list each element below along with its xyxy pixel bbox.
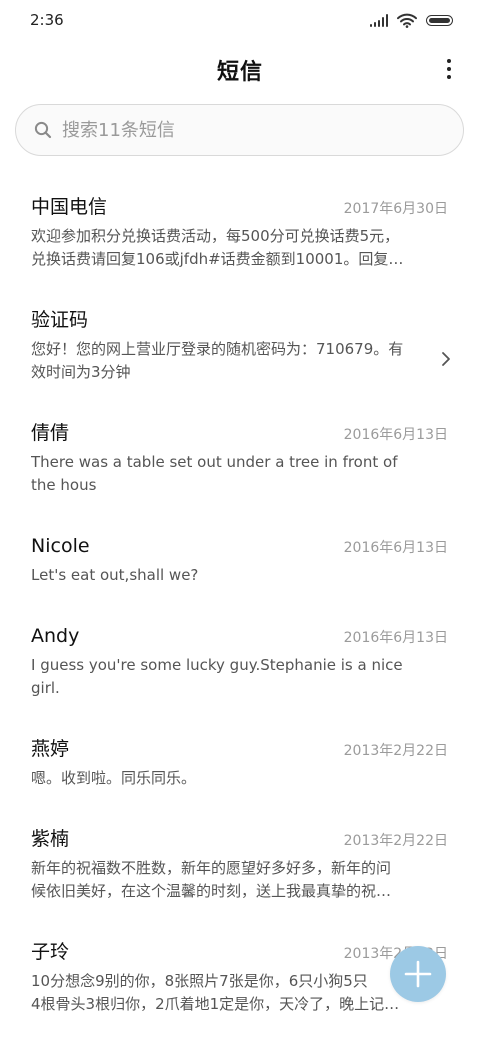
message-date: 2013年2月22日 — [343, 833, 448, 849]
message-preview-line: 新年的祝福数不胜数，新年的愿望好多好多，新年的问 — [31, 859, 392, 877]
message-item[interactable]: Nicole 2016年6月13日 Let's eat out,shall we… — [0, 519, 480, 609]
message-item[interactable]: 中国电信 2017年6月30日 欢迎参加积分兑换话费活动，每500分可兑换话费5… — [0, 180, 480, 293]
battery-icon — [426, 15, 453, 26]
message-preview: 您好！您的网上营业厅登录的随机密码为：710679。有 效时间为3分钟 — [31, 338, 448, 384]
message-preview: There was a table set out under a tree i… — [31, 451, 448, 497]
message-date: 2013年2月22日 — [343, 743, 448, 759]
message-item[interactable]: 倩倩 2016年6月13日 There was a table set out … — [0, 406, 480, 519]
message-preview-line: 10分想念9别的你，8张照片7张是你，6只小狗5只 — [31, 972, 368, 990]
message-preview-line: 兑换话费请回复106或jfdh#话费金额到10001。回复… — [31, 250, 404, 268]
message-preview: 新年的祝福数不胜数，新年的愿望好多好多，新年的问 候依旧美好，在这个温馨的时刻，… — [31, 857, 448, 903]
message-preview-line: 效时间为3分钟 — [31, 363, 131, 381]
message-date: 2016年6月13日 — [343, 630, 448, 646]
message-item[interactable]: 燕婷 2013年2月22日 嗯。收到啦。同乐同乐。 — [0, 722, 480, 812]
search-input[interactable] — [62, 117, 442, 143]
message-preview-line: 候依旧美好，在这个温馨的时刻，送上我最真挚的祝… — [31, 882, 392, 900]
status-time: 2:36 — [30, 11, 64, 29]
status-bar: 2:36 — [0, 0, 480, 42]
status-icons — [370, 13, 453, 28]
message-preview-line: the hous — [31, 476, 97, 494]
signal-icon — [370, 14, 388, 27]
message-sender: Andy — [31, 625, 80, 647]
compose-button[interactable] — [390, 946, 446, 1002]
message-preview-line: There was a table set out under a tree i… — [31, 453, 398, 471]
message-sender: 子玲 — [31, 941, 70, 963]
message-preview: Let's eat out,shall we? — [31, 564, 448, 587]
message-date: 2017年6月30日 — [343, 201, 448, 217]
message-sender: 中国电信 — [31, 196, 108, 218]
message-preview: 嗯。收到啦。同乐同乐。 — [31, 767, 448, 790]
message-preview-line: I guess you're some lucky guy.Stephanie … — [31, 656, 403, 674]
message-preview-line: 4根骨头3根归你，2爪着地1定是你，天冷了，晚上记… — [31, 995, 400, 1013]
message-preview: I guess you're some lucky guy.Stephanie … — [31, 654, 448, 700]
message-preview-line: Let's eat out,shall we? — [31, 566, 199, 584]
page-title: 短信 — [216, 60, 263, 85]
header: 短信 — [0, 50, 480, 90]
sms-screen: 2:36 短信 搜索11条短信 中国电信 2017年6月30日 欢迎参加积分兑换… — [0, 0, 480, 1040]
message-item[interactable]: Andy 2016年6月13日 I guess you're some luck… — [0, 609, 480, 722]
message-item[interactable]: 验证码 您好！您的网上营业厅登录的随机密码为：710679。有 效时间为3分钟 — [0, 293, 480, 406]
message-sender: 倩倩 — [31, 422, 70, 444]
message-preview-line: girl. — [31, 679, 60, 697]
message-preview-line: 嗯。收到啦。同乐同乐。 — [31, 769, 197, 787]
message-item[interactable]: 紫楠 2013年2月22日 新年的祝福数不胜数，新年的愿望好多好多，新年的问 候… — [0, 812, 480, 925]
message-sender: 验证码 — [31, 309, 89, 331]
message-preview: 欢迎参加积分兑换话费活动，每500分可兑换话费5元， 兑换话费请回复106或jf… — [31, 225, 448, 271]
message-preview: 10分想念9别的你，8张照片7张是你，6只小狗5只 4根骨头3根归你，2爪着地1… — [31, 970, 448, 1016]
message-sender: 燕婷 — [31, 738, 70, 760]
search-icon — [34, 121, 52, 139]
wifi-icon — [397, 13, 417, 28]
message-list: 中国电信 2017年6月30日 欢迎参加积分兑换话费活动，每500分可兑换话费5… — [0, 180, 480, 1038]
more-vertical-icon[interactable] — [442, 56, 456, 82]
message-preview-line: 欢迎参加积分兑换话费活动，每500分可兑换话费5元， — [31, 227, 400, 245]
message-sender: 紫楠 — [31, 828, 70, 850]
message-date: 2016年6月13日 — [343, 427, 448, 443]
chevron-right-icon[interactable] — [441, 351, 451, 367]
message-sender: Nicole — [31, 535, 90, 557]
search-bar[interactable] — [15, 104, 464, 156]
plus-icon — [404, 960, 432, 988]
message-date: 2016年6月13日 — [343, 540, 448, 556]
message-preview-line: 您好！您的网上营业厅登录的随机密码为：710679。有 — [31, 340, 404, 358]
